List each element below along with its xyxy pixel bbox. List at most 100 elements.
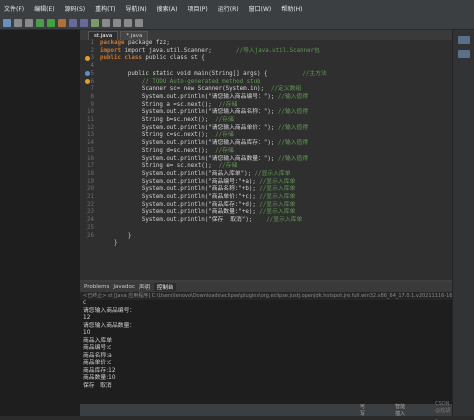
line-number: 20: [87, 186, 94, 193]
open-type-icon[interactable]: [102, 18, 110, 27]
code-line: String b=sc.next();: [141, 117, 209, 124]
new-icon[interactable]: [3, 18, 11, 27]
line-number: 18: [87, 170, 94, 177]
outline-icon[interactable]: [458, 36, 470, 44]
code-comment: //存储: [215, 147, 234, 154]
save-all-icon[interactable]: [25, 18, 33, 27]
menu-item[interactable]: 窗口(W): [249, 4, 272, 13]
external-tools-icon[interactable]: [58, 18, 66, 27]
new-package-icon[interactable]: [80, 18, 88, 27]
menu-item[interactable]: 重构(T): [95, 4, 115, 13]
line-number: 19: [87, 178, 94, 185]
code-comment: //主方法: [302, 70, 327, 77]
line-number: 10: [87, 109, 94, 116]
code-line: public static void main(String[] args) {: [127, 70, 268, 77]
menu-bar: 文件(F) 编辑(E) 源码(S) 重构(T) 导航(N) 搜索(A) 项目(P) 运行(R)…: [0, 0, 474, 16]
console-line: c: [83, 300, 87, 306]
menu-item[interactable]: 帮助(H): [281, 4, 302, 13]
line-number: 8: [90, 93, 95, 100]
code-line: }: [113, 240, 118, 247]
new-class-icon[interactable]: [91, 18, 99, 27]
line-number: 25: [87, 224, 94, 231]
code-comment: //显示入库单: [259, 194, 296, 201]
code-area[interactable]: 1 2 3 4 5 6 7 8 9 10 11 12 13 14 15 16 17 18 19 20 21 22 23 24 2…: [80, 40, 452, 270]
tab-javadoc[interactable]: Javadoc: [113, 284, 135, 290]
save-icon[interactable]: [14, 18, 22, 27]
editor-tabs: st.java *.java: [80, 30, 452, 40]
code-comment: //输入值得: [277, 155, 309, 162]
tab-console[interactable]: 控制台: [153, 283, 177, 291]
tab-st-java[interactable]: st.java: [88, 31, 119, 40]
line-number: 12: [87, 124, 94, 131]
console-panel: Problems Javadoc 声明 控制台 <已终止> st [Java 应…: [80, 280, 452, 416]
line-number: 4: [90, 63, 95, 70]
line-number: 2: [90, 47, 95, 54]
line-number: 14: [87, 140, 94, 147]
code-comment: //存储: [215, 117, 234, 124]
forward-icon[interactable]: [135, 18, 143, 27]
console-output[interactable]: c 请您输入商品编号： 12 请您输入商品数量： 10 商品入库单 商品编号:c 商品名称:a…: [80, 300, 452, 390]
tab-problems[interactable]: Problems: [84, 284, 109, 290]
debug-icon[interactable]: [36, 18, 44, 27]
task-marker-icon: [85, 79, 90, 84]
search-icon[interactable]: [113, 18, 121, 27]
run-icon[interactable]: [47, 18, 55, 27]
line-number: 17: [87, 163, 94, 170]
line-number: 1: [90, 40, 95, 46]
code-line: String e= sc.next();: [141, 163, 212, 170]
console-line: 10: [83, 330, 91, 336]
menu-item[interactable]: 导航(N): [125, 4, 146, 13]
code-comment: //定义数组: [271, 86, 302, 93]
code-line: }: [127, 232, 132, 239]
console-line: 请您输入商品数量：: [83, 322, 136, 329]
code-comment: //存储: [218, 101, 238, 108]
line-number: 13: [87, 132, 94, 139]
code-line: import java.util.Scanner;: [124, 47, 212, 54]
code-comment: //输入值得: [277, 93, 309, 100]
menu-item[interactable]: 运行(R): [218, 4, 239, 13]
code-comment: //输入值得: [277, 109, 309, 116]
outline-side-panel: [452, 30, 474, 416]
line-number: 9: [90, 101, 95, 108]
code-line: System.out.println("商品单价:"+c);: [141, 194, 256, 201]
console-line: 商品单价:c: [83, 360, 112, 366]
code-comment: //导入java.util.Scanner包: [236, 47, 320, 54]
tab-label: st.java: [94, 33, 113, 39]
line-number: 22: [87, 201, 94, 208]
line-number: 21: [87, 194, 94, 201]
menu-item[interactable]: 文件(F): [4, 4, 24, 13]
code-comment: // TODO Auto-generated method stub: [141, 78, 261, 85]
status-writable: 可写: [360, 404, 366, 417]
code-line: System.out.println("商品入库单");: [141, 170, 252, 177]
console-line: 商品名称:a: [83, 352, 112, 359]
code-line: String a =sc.next();: [141, 101, 212, 108]
code-comment: //存储: [215, 132, 234, 139]
method-marker-icon: [85, 71, 90, 76]
new-java-project-icon[interactable]: [69, 18, 77, 27]
code-comment: //输入值得: [277, 140, 309, 147]
code-lines[interactable]: package package fzz; import import java.…: [100, 40, 450, 248]
code-comment: //输入值得: [277, 124, 309, 131]
console-line: 请您输入商品编号：: [83, 307, 136, 314]
console-tabs: Problems Javadoc 声明 控制台: [80, 282, 452, 292]
code-line: Scanner sc= new Scanner(System.in);: [141, 86, 265, 93]
code-line: System.out.println("请您输入商品单价：");: [141, 124, 275, 131]
menu-item[interactable]: 编辑(E): [34, 4, 54, 13]
console-process-path: <已终止> st [Java 应用程序] C:\Users\lenovo\Dow…: [80, 292, 452, 300]
back-icon[interactable]: [124, 18, 132, 27]
line-number: 7: [90, 86, 95, 93]
console-line: 商品编号:c: [83, 345, 112, 351]
menu-item[interactable]: 源码(S): [65, 4, 86, 13]
task-list-icon[interactable]: [458, 50, 470, 58]
menu-item[interactable]: 项目(P): [187, 4, 207, 13]
menu-item[interactable]: 搜索(A): [157, 4, 178, 13]
console-line: 商品数量:10: [83, 375, 116, 381]
tab-declaration[interactable]: 声明: [139, 283, 150, 291]
tab-java[interactable]: *.java: [120, 31, 149, 40]
code-comment: //显示入库单: [259, 178, 296, 185]
code-line: System.out.println("请您输入商品名称：");: [141, 109, 275, 116]
code-comment: //显示入库单: [259, 201, 296, 208]
code-editor[interactable]: st.java *.java 1 2 3 4 5 6 7 8 9 10 11 12 13 14 15 16 17…: [80, 30, 452, 280]
code-comment: //存储: [218, 163, 238, 170]
code-line: String c=sc.next();: [141, 132, 209, 139]
